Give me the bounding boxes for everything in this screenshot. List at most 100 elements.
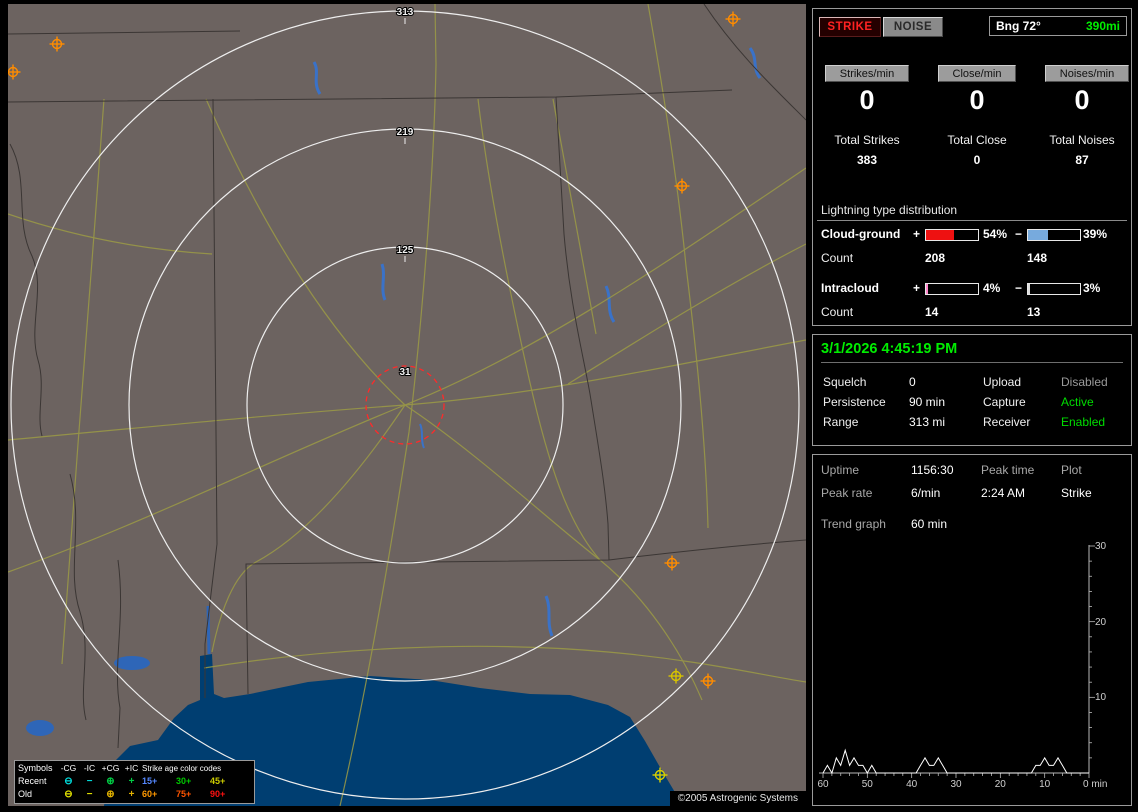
legend-col-neg-ic: -IC: [83, 763, 96, 773]
cg-minus-count: 148: [1027, 251, 1048, 265]
plot-label: Plot: [1061, 463, 1082, 477]
ic-plus-bar: [925, 283, 979, 295]
date-time: 3/1/2026 4:45:19 PM: [821, 341, 1123, 363]
legend-col-neg-cg: -CG: [60, 763, 77, 773]
x-tick-30: 30: [950, 779, 962, 790]
ic-minus-pct: 3%: [1083, 281, 1101, 295]
bearing-range-box: Bng 72° 390mi: [989, 16, 1127, 36]
strike-button[interactable]: STRIKE: [819, 17, 881, 37]
trend-tick-marks: [822, 545, 1095, 778]
status-section: 3/1/2026 4:45:19 PM Squelch 0 Upload Dis…: [812, 334, 1132, 446]
neg-cg-old-icon: ⊖: [64, 789, 73, 800]
neg-cg-recent-icon: ⊖: [64, 776, 73, 787]
noises-per-min-value: 0: [1074, 85, 1090, 115]
cg-minus-bar-fill: [1028, 230, 1049, 240]
legend-col-pos-ic: +IC: [124, 763, 139, 773]
copyright-label: ©2005 Astrogenic Systems: [669, 791, 806, 806]
total-strikes-value: 383: [856, 153, 878, 167]
plus-sign: +: [913, 227, 921, 241]
range-label: Range: [823, 415, 859, 429]
trend-graph-label: Trend graph: [821, 517, 886, 531]
stats-section: Uptime 1156:30 Peak time Plot Peak rate …: [812, 454, 1132, 806]
stats-row-2: Peak rate 6/min 2:24 AM Strike: [813, 486, 1131, 502]
x-tick-40: 40: [906, 779, 918, 790]
receiver-status: Enabled: [1061, 415, 1106, 429]
strike-map[interactable]: 313 219 125 31 Symbols -CG -IC +CG +IC S…: [8, 4, 806, 806]
map-canvas: 313 219 125 31: [8, 4, 806, 806]
pos-cg-old-icon: ⊕: [106, 789, 115, 800]
total-strikes-label: Total Strikes: [834, 133, 900, 147]
map-legend: Symbols -CG -IC +CG +IC Strike age color…: [14, 760, 255, 804]
uptime-value: 1156:30: [911, 463, 954, 477]
pos-ic-recent-icon: +: [128, 776, 135, 787]
ring-label-313: 313: [397, 7, 414, 18]
upload-label: Upload: [983, 375, 1022, 389]
close-per-min-label: Close/min: [938, 65, 1016, 82]
trend-axes-lines: [819, 545, 1090, 774]
plot-value: Strike: [1061, 486, 1092, 500]
age-15: 15+: [142, 776, 158, 786]
trend-graph: 30 20 10 60 50 40 30 20 10 0 min: [817, 541, 1107, 790]
ic-plus-pct: 4%: [983, 281, 1001, 295]
cg-count-label: Count: [821, 251, 854, 265]
stats-row-1: Uptime 1156:30 Peak time Plot: [813, 463, 1131, 479]
ring-label-125: 125: [397, 245, 414, 256]
squelch-value: 0: [909, 375, 916, 389]
persistence-value: 90 min: [909, 395, 946, 409]
noise-button[interactable]: NOISE: [883, 17, 943, 37]
y-tick-10: 10: [1095, 692, 1107, 703]
pos-ic-old-icon: +: [128, 789, 135, 800]
legend-col-pos-cg: +CG: [101, 763, 120, 773]
age-60: 60+: [142, 789, 158, 799]
legend-header-row: Symbols -CG -IC +CG +IC Strike age color…: [18, 762, 251, 775]
neg-ic-recent-icon: −: [86, 776, 93, 787]
status-row-persistence: Persistence 90 min Capture Active: [813, 395, 1131, 411]
range-value: 313 mi: [909, 415, 946, 429]
age-90: 90+: [210, 789, 226, 799]
legend-symbols-header: Symbols: [18, 763, 53, 773]
x-tick-10: 10: [1039, 779, 1051, 790]
trend-tick-labels: 30 20 10 60 50 40 30 20 10 0 min: [817, 541, 1107, 790]
legend-old-label: Old: [18, 789, 33, 799]
pos-cg-recent-icon: ⊕: [106, 776, 115, 787]
total-noises-label: Total Noises: [1049, 133, 1115, 147]
peak-rate-value: 6/min: [911, 486, 941, 500]
minus-sign: −: [1015, 227, 1023, 241]
legend-recent-label: Recent: [18, 776, 47, 786]
cg-plus-bar-fill: [926, 230, 955, 240]
trend-window-value: 60 min: [911, 517, 948, 531]
ic-minus-bar-fill: [1028, 284, 1030, 294]
y-tick-20: 20: [1095, 617, 1107, 628]
distribution-title: Lightning type distribution: [821, 203, 958, 217]
ic-count-label: Count: [821, 305, 854, 319]
ic-minus-count: 13: [1027, 305, 1041, 319]
app-window: { "map": { "ring_labels": ["313", "219",…: [0, 0, 1138, 812]
strikes-per-min-value: 0: [859, 85, 875, 115]
plus-sign: +: [913, 281, 921, 295]
x-tick-60: 60: [817, 779, 829, 790]
age-75: 75+: [176, 789, 192, 799]
x-tick-50: 50: [862, 779, 874, 790]
ring-label-219: 219: [397, 127, 414, 138]
ic-minus-bar: [1027, 283, 1081, 295]
receiver-label: Receiver: [983, 415, 1031, 429]
legend-old-row: Old ⊖ − ⊕ + 60+ 75+ 90+: [18, 788, 251, 801]
neg-ic-old-icon: −: [86, 789, 93, 800]
trend-data-line: [822, 748, 1089, 775]
cloud-ground-label: Cloud-ground: [821, 227, 901, 241]
capture-status: Active: [1061, 395, 1094, 409]
cg-minus-bar: [1027, 229, 1081, 241]
peak-time-label: Peak time: [981, 463, 1035, 477]
cg-plus-bar: [925, 229, 979, 241]
uptime-label: Uptime: [821, 463, 860, 477]
bearing-range-value: 390mi: [1085, 19, 1120, 33]
total-close-label: Total Close: [947, 133, 1007, 147]
peak-time-value: 2:24 AM: [981, 486, 1026, 500]
status-row-squelch: Squelch 0 Upload Disabled: [813, 375, 1131, 391]
divider: [817, 220, 1127, 221]
stats-row-3: Trend graph 60 min: [813, 517, 1131, 533]
upload-status: Disabled: [1061, 375, 1108, 389]
noises-per-min-label: Noises/min: [1045, 65, 1129, 82]
peak-rate-label: Peak rate: [821, 486, 873, 500]
ic-plus-bar-fill: [926, 284, 929, 294]
